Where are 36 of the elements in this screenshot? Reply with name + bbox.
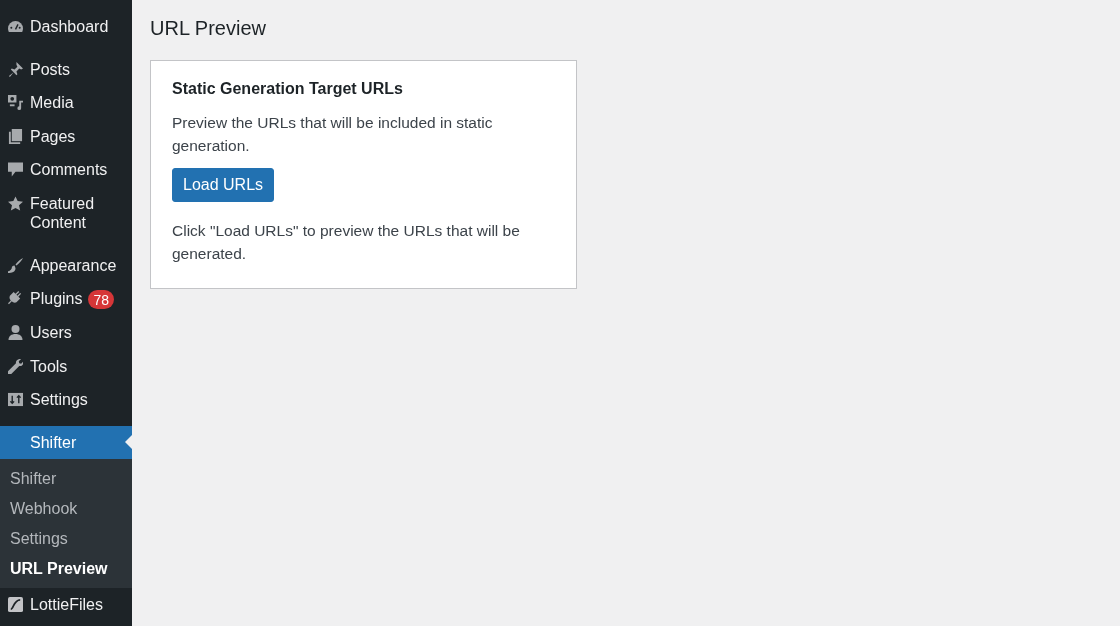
menu-item[interactable]: Tools [0,349,132,383]
wrench-icon [7,358,23,374]
description-text: Preview the URLs that will be included in static generation. [172,113,494,156]
update-count-badge: 78 [88,290,115,309]
speech-bubble-icon [7,162,23,178]
page-title: URL Preview [150,16,267,41]
submenu-item[interactable]: URL Preview [0,554,132,584]
menu-item[interactable]: Appearance [0,248,132,282]
menu-item[interactable]: Comments [0,153,132,187]
menu-item[interactable]: Featured Content [0,186,132,240]
menu-item[interactable]: Dashboard [0,10,132,44]
paintbrush-icon [7,257,23,273]
pushpin-icon [7,61,23,77]
menu-item[interactable]: Media [0,86,132,120]
menu-item[interactable]: LottieFiles [0,588,132,622]
submenu-item[interactable]: Shifter [0,464,132,494]
submenu-item[interactable]: Webhook [0,494,132,524]
current-page-pointer-icon [125,435,132,450]
load-urls-button[interactable]: Load URLs [172,168,275,202]
sliders-icon [7,392,23,408]
menu-item[interactable]: Plugins 78 [0,282,132,316]
slash-square-icon [7,597,23,613]
image-and-note-icon [7,95,23,111]
menu-item[interactable]: Settings [0,383,132,417]
star-icon [7,195,23,211]
plug-icon [7,291,23,307]
person-icon [7,325,23,341]
menu-item[interactable]: Posts [0,52,132,86]
menu-item[interactable]: Shifter [0,425,132,459]
card-title: Static Generation Target URLs [172,79,404,99]
menu-item[interactable]: Pages [0,119,132,153]
submenu-item[interactable]: Settings [0,524,132,554]
stacked-pages-icon [7,128,23,144]
hint-text: Click "Load URLs" to preview the URLs that will be generated. [172,221,521,264]
gauge-icon [7,19,23,35]
menu-item[interactable]: Users [0,316,132,350]
